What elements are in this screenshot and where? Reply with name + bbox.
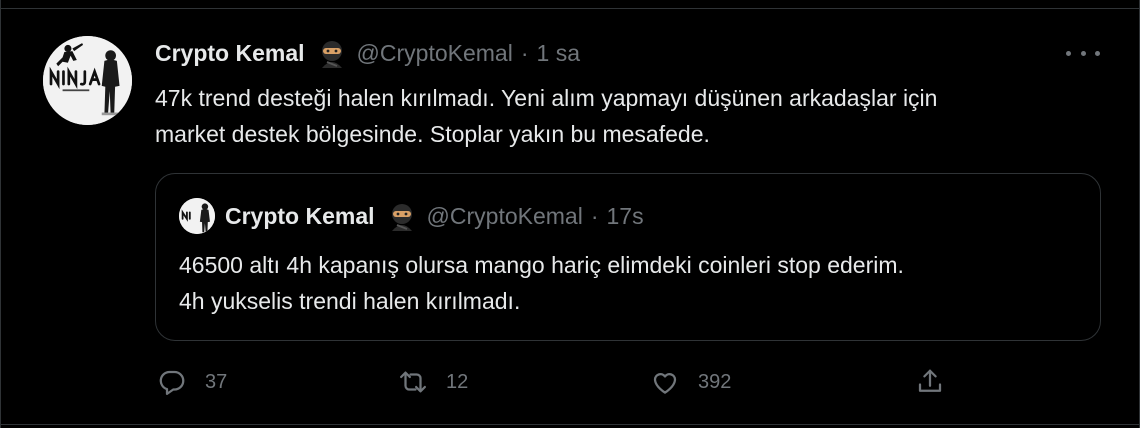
author-avatar[interactable] [43,36,132,125]
quoted-author-name: Crypto Kemal [225,202,375,229]
more-horizontal-icon[interactable] [1066,44,1100,62]
like-count: 392 [698,370,732,393]
tweet-timestamp[interactable]: 1 sa [537,40,580,67]
quoted-tweet-text: 46500 altı 4h kapanış olursa mango hariç… [179,252,904,314]
quoted-author-avatar [179,198,215,234]
separator-dot: · [520,39,529,66]
heart-icon [653,373,677,394]
retweet-count: 12 [446,370,469,393]
reply-icon [159,370,185,395]
retweet-icon [400,371,426,393]
author-name[interactable]: Crypto Kemal [155,40,305,67]
tweet-text: 47k trend desteği halen kırılmadı. Yeni … [155,85,938,147]
reply-count: 37 [205,370,228,393]
separator-dot: · [590,202,599,229]
bottom-divider [0,424,1140,425]
tweet-actions: 37 12 392 [155,364,955,400]
quoted-tweet-timestamp: 17s [606,202,644,229]
retweet-button[interactable]: 12 [398,364,468,400]
like-button[interactable]: 392 [650,364,731,400]
author-handle[interactable]: @CryptoKemal [357,40,513,67]
reply-button[interactable]: 37 [157,364,227,400]
ninja-emoji-icon [317,38,347,68]
share-button[interactable] [915,364,945,400]
quoted-tweet-card[interactable]: Crypto Kemal @CryptoKemal · 17s 46500 al… [155,173,1101,341]
share-icon [918,369,942,392]
quoted-author-handle: @CryptoKemal [426,202,583,229]
tweet-header: Crypto Kemal @CryptoKemal · 1 sa [155,38,580,68]
ninja-traders-logo [43,36,132,125]
quoted-tweet-header: Crypto Kemal @CryptoKemal · 17s [225,201,644,231]
top-divider [0,8,1140,9]
ninja-emoji-icon [387,201,417,231]
